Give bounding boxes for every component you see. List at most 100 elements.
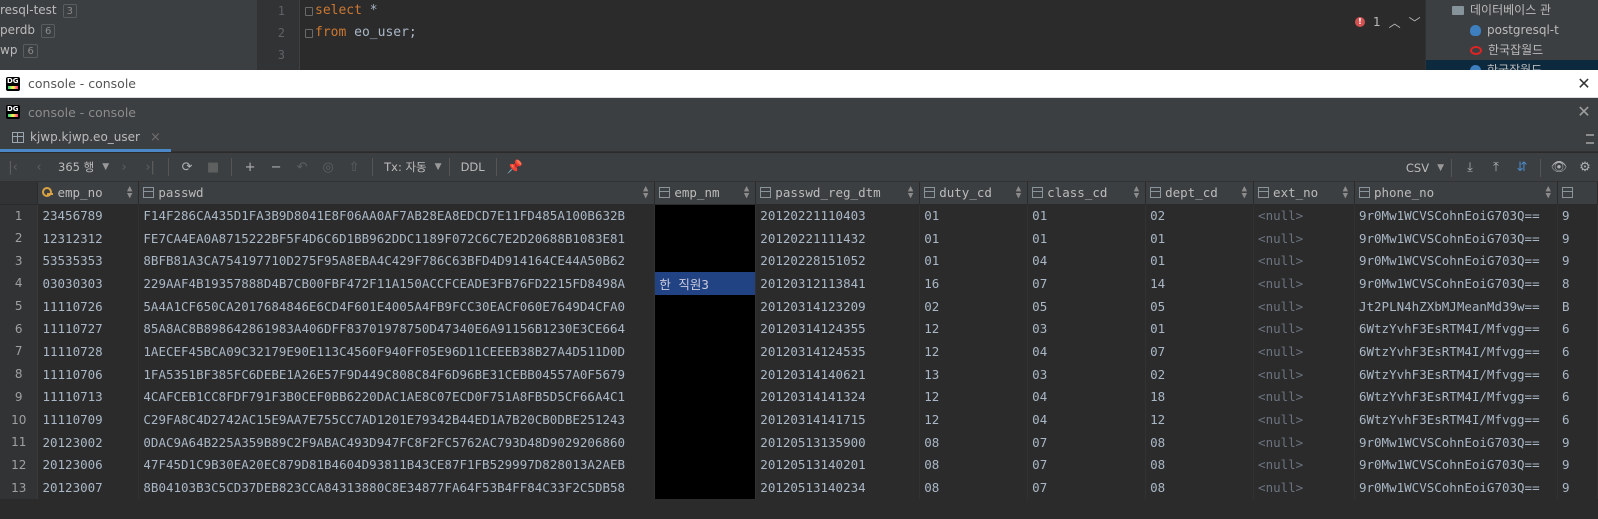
cell-extra[interactable]: 6: [1557, 408, 1598, 431]
column-header-more[interactable]: [1557, 182, 1598, 205]
stop-icon[interactable]: ■: [202, 156, 224, 178]
column-header-duty_cd[interactable]: duty_cd ▲ ▼: [919, 182, 1029, 205]
import-icon[interactable]: ⤒: [1485, 157, 1507, 179]
cell-class_cd[interactable]: 04: [1027, 340, 1147, 363]
cell-dept_cd[interactable]: 05: [1145, 294, 1255, 318]
cell-passwd[interactable]: 5A4A1CF650CA2017684846E6CD4F601E4005A4FB…: [138, 294, 656, 318]
sort-icon[interactable]: ▲ ▼: [1134, 185, 1139, 201]
table-row[interactable]: 1 23456789 F14F286CA435D1FA3B9D8041E8F06AA…: [0, 204, 1598, 227]
cell-extra[interactable]: B: [1557, 294, 1598, 318]
row-number[interactable]: 13: [0, 476, 39, 499]
cell-extra[interactable]: 9: [1557, 430, 1598, 454]
editor-inspection-status[interactable]: ! 1 ︿ ﹀: [1355, 12, 1425, 32]
cell-passwd_reg_dtm[interactable]: 20120513135900: [755, 430, 921, 454]
cell-duty_cd[interactable]: 12: [919, 340, 1029, 363]
cell-class_cd[interactable]: 04: [1027, 249, 1147, 273]
row-number[interactable]: 10: [0, 408, 39, 431]
column-header-phone_no[interactable]: phone_no ▲ ▼: [1354, 182, 1558, 205]
transaction-mode-selector[interactable]: Tx: 자동 ▼: [380, 156, 441, 178]
row-number[interactable]: 6: [0, 317, 39, 341]
cell-dept_cd[interactable]: 18: [1145, 385, 1255, 409]
cell-passwd[interactable]: 4CAFCEB1CC8FDF791F3B0CEF0BB6220DAC1AE8C0…: [138, 385, 656, 409]
db-panel-item[interactable]: 한국잡월드: [1426, 40, 1598, 60]
cell-passwd_reg_dtm[interactable]: 20120312113841: [755, 272, 921, 295]
sort-icon[interactable]: ▲ ▼: [1546, 185, 1551, 201]
cell-dept_cd[interactable]: 01: [1145, 226, 1255, 250]
cell-phone_no[interactable]: 6WtzYvhF3EsRTM4I/Mfvgg==: [1354, 362, 1558, 386]
cell-emp_no[interactable]: 20123006: [37, 453, 140, 477]
cell-emp_no[interactable]: 23456789: [37, 204, 140, 227]
cell-duty_cd[interactable]: 08: [919, 453, 1029, 477]
cell-phone_no[interactable]: Jt2PLN4hZXbMJMeanMd39w==: [1354, 294, 1558, 318]
cell-phone_no[interactable]: 9r0Mw1WCVSCohnEoiG703Q==: [1354, 476, 1558, 499]
cell-class_cd[interactable]: 01: [1027, 204, 1147, 227]
cell-extra[interactable]: 9: [1557, 453, 1598, 477]
code-line-2[interactable]: from eo_user;: [305, 22, 1305, 44]
cell-dept_cd[interactable]: 01: [1145, 249, 1255, 273]
db-panel-item[interactable]: 데이터베이스 관: [1426, 0, 1598, 20]
cell-phone_no[interactable]: 6WtzYvhF3EsRTM4I/Mfvgg==: [1354, 408, 1558, 431]
cell-emp_no[interactable]: 53535353: [37, 249, 140, 273]
cell-duty_cd[interactable]: 08: [919, 430, 1029, 454]
cell-emp_nm[interactable]: [654, 453, 757, 477]
row-number[interactable]: 11: [0, 430, 39, 454]
cell-duty_cd[interactable]: 12: [919, 317, 1029, 341]
cell-duty_cd[interactable]: 16: [919, 272, 1029, 295]
cell-extra[interactable]: 6: [1557, 385, 1598, 409]
fold-marker-icon[interactable]: [305, 29, 313, 38]
cell-duty_cd[interactable]: 12: [919, 385, 1029, 409]
cell-duty_cd[interactable]: 12: [919, 408, 1029, 431]
cell-passwd_reg_dtm[interactable]: 20120513140201: [755, 453, 921, 477]
cell-passwd[interactable]: F14F286CA435D1FA3B9D8041E8F06AA0AF7AB28E…: [138, 204, 656, 227]
row-count-selector[interactable]: 365 행 ▼: [54, 156, 109, 178]
row-number[interactable]: 9: [0, 385, 39, 409]
cell-passwd[interactable]: 47F45D1C9B30EA20EC879D81B4604D93811B43CE…: [138, 453, 656, 477]
cell-extra[interactable]: 9: [1557, 226, 1598, 250]
table-row[interactable]: 6 11110727 85A8AC8B898642861983A406DFF8370…: [0, 317, 1598, 341]
cell-extra[interactable]: 9: [1557, 249, 1598, 273]
cell-duty_cd[interactable]: 08: [919, 476, 1029, 499]
cell-ext_no[interactable]: <null>: [1253, 385, 1355, 409]
next-page-icon[interactable]: ›: [113, 156, 135, 178]
row-number[interactable]: 5: [0, 294, 39, 318]
cell-dept_cd[interactable]: 12: [1145, 408, 1255, 431]
submit-icon[interactable]: ⇧: [343, 156, 365, 178]
cell-class_cd[interactable]: 07: [1027, 272, 1147, 295]
preview-changes-icon[interactable]: ◎: [317, 156, 339, 178]
cell-passwd_reg_dtm[interactable]: 20120221110403: [755, 204, 921, 227]
cell-passwd[interactable]: 8BFB81A3CA754197710D275F95A8EBA4C429F786…: [138, 249, 656, 273]
cell-dept_cd[interactable]: 08: [1145, 430, 1255, 454]
cell-emp_nm[interactable]: [654, 430, 757, 454]
column-header-passwd[interactable]: passwd ▲ ▼: [138, 182, 656, 205]
cell-ext_no[interactable]: <null>: [1253, 476, 1355, 499]
cell-dept_cd[interactable]: 08: [1145, 453, 1255, 477]
sort-icon[interactable]: ▲ ▼: [643, 185, 648, 201]
row-number[interactable]: 1: [0, 204, 39, 227]
cell-class_cd[interactable]: 04: [1027, 408, 1147, 431]
cell-emp_nm[interactable]: [654, 249, 757, 273]
cell-extra[interactable]: 9: [1557, 476, 1598, 499]
column-header-dept_cd[interactable]: dept_cd ▲ ▼: [1145, 182, 1255, 205]
cell-passwd_reg_dtm[interactable]: 20120314124355: [755, 317, 921, 341]
outer-window-titlebar[interactable]: console - console ✕: [0, 70, 1598, 98]
view-icon[interactable]: 👁: [1548, 157, 1570, 179]
db-tree-item[interactable]: resql-test 3: [0, 0, 257, 20]
row-number[interactable]: 4: [0, 272, 39, 295]
cell-emp_nm[interactable]: [654, 294, 757, 318]
cell-emp_nm[interactable]: [654, 317, 757, 341]
cell-passwd[interactable]: 1AECEF45BCA09C32179E90E113C4560F940FF05E…: [138, 340, 656, 363]
table-row[interactable]: 12 20123006 47F45D1C9B30EA20EC879D81B4604D…: [0, 453, 1598, 477]
cell-emp_nm[interactable]: [654, 204, 757, 227]
sort-icon[interactable]: ▲ ▼: [1242, 185, 1247, 201]
cell-passwd_reg_dtm[interactable]: 20120314141324: [755, 385, 921, 409]
row-number[interactable]: 2: [0, 226, 39, 250]
table-row[interactable]: 5 11110726 5A4A1CF650CA2017684846E6CD4F601…: [0, 294, 1598, 318]
revert-icon[interactable]: ↶: [291, 156, 313, 178]
cell-class_cd[interactable]: 07: [1027, 476, 1147, 499]
cell-emp_no[interactable]: 11110706: [37, 362, 140, 386]
row-number[interactable]: 12: [0, 453, 39, 477]
cell-extra[interactable]: 6: [1557, 317, 1598, 341]
cell-emp_no[interactable]: 11110713: [37, 385, 140, 409]
cell-class_cd[interactable]: 07: [1027, 453, 1147, 477]
cell-extra[interactable]: 6: [1557, 340, 1598, 363]
